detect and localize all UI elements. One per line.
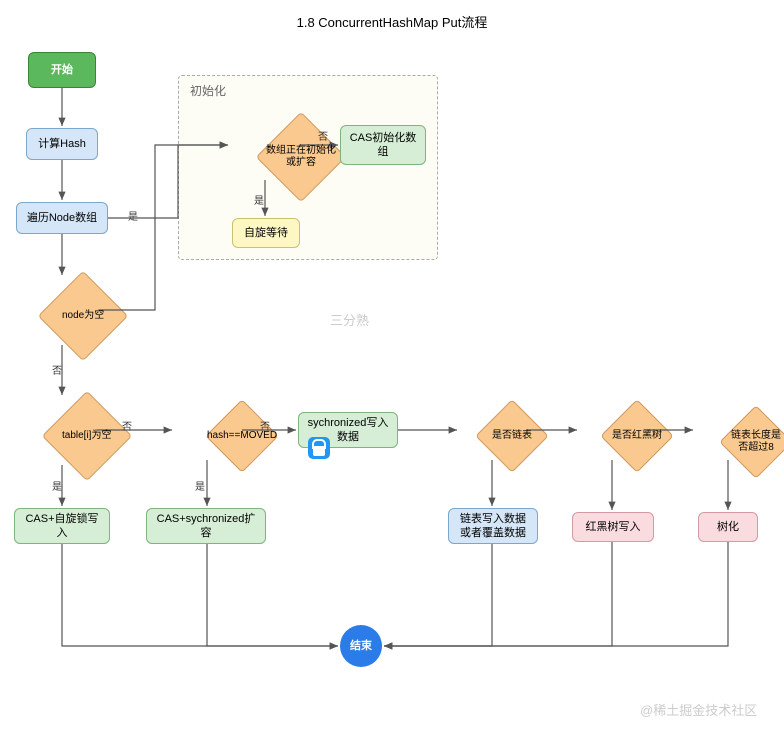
list-write-node: 链表写入数据或者覆盖数据 bbox=[448, 508, 538, 544]
end-node: 结束 bbox=[340, 625, 382, 667]
edge-label-yes: 是 bbox=[195, 478, 205, 493]
spin-wait-node: 自旋等待 bbox=[232, 218, 300, 248]
hash-moved-decision: hash==MOVED bbox=[207, 430, 277, 442]
calc-hash-node: 计算Hash bbox=[26, 128, 98, 160]
node-empty-decision: node为空 bbox=[62, 310, 104, 322]
watermark-text: @稀土掘金技术社区 bbox=[640, 700, 757, 719]
len-gt8-decision: 链表长度是否超过8 bbox=[728, 430, 784, 454]
edge-label-yes: 是 bbox=[254, 192, 264, 207]
cas-spin-write-node: CAS+自旋锁写入 bbox=[14, 508, 110, 544]
init-decision: 数组正在初始化或扩容 bbox=[265, 145, 337, 169]
start-node: 开始 bbox=[28, 52, 96, 88]
diagram-title: 1.8 ConcurrentHashMap Put流程 bbox=[0, 12, 784, 31]
is-rbtree-decision: 是否红黑树 bbox=[612, 430, 662, 442]
rbtree-write-node: 红黑树写入 bbox=[572, 512, 654, 542]
init-container-label: 初始化 bbox=[190, 82, 226, 99]
edge-label-no: 否 bbox=[318, 128, 328, 143]
lock-icon bbox=[308, 437, 330, 459]
watermark-icon: 三分熟 bbox=[330, 310, 369, 329]
is-list-decision: 是否链表 bbox=[492, 430, 532, 442]
edge-label-yes: 是 bbox=[52, 478, 62, 493]
edge-label-no: 否 bbox=[52, 362, 62, 377]
table-empty-decision: table[i]为空 bbox=[62, 430, 111, 442]
edge-label-no: 否 bbox=[122, 418, 132, 433]
cas-sync-resize-node: CAS+sychronized扩容 bbox=[146, 508, 266, 544]
iterate-node: 遍历Node数组 bbox=[16, 202, 108, 234]
cas-init-node: CAS初始化数组 bbox=[340, 125, 426, 165]
treeify-node: 树化 bbox=[698, 512, 758, 542]
edge-label-yes: 是 bbox=[128, 208, 138, 223]
